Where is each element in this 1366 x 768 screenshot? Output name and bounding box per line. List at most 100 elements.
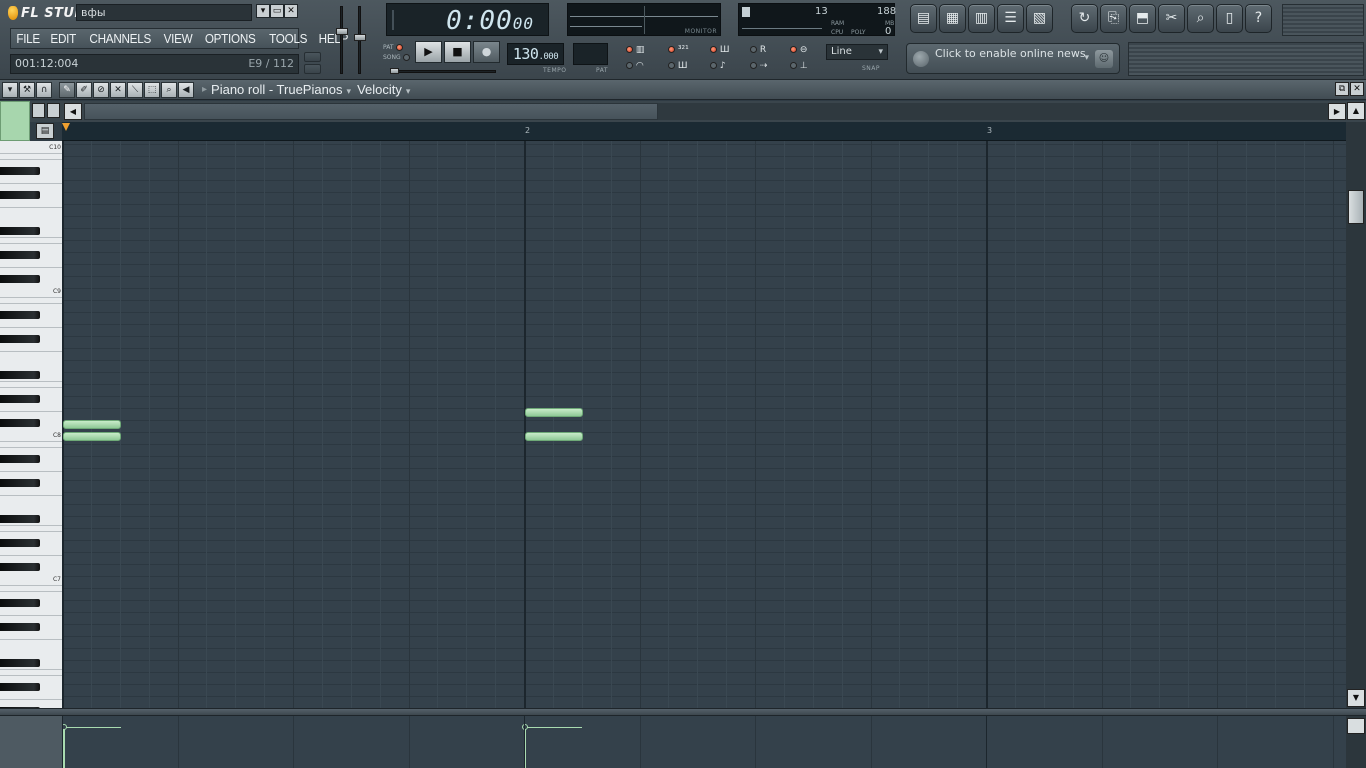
note[interactable] <box>63 432 121 441</box>
black-key[interactable] <box>0 455 40 463</box>
record-button[interactable]: ● <box>473 41 500 63</box>
stop-button[interactable]: ■ <box>444 41 471 63</box>
save-icon[interactable]: ⎘ <box>1100 4 1127 33</box>
black-key[interactable] <box>0 479 40 487</box>
step-sequencer-icon[interactable]: ▦ <box>939 4 966 33</box>
link-icon[interactable] <box>304 64 321 74</box>
horizontal-scrollbar-thumb[interactable] <box>84 103 658 120</box>
black-key[interactable] <box>0 311 40 319</box>
velocity-stem[interactable] <box>63 726 65 768</box>
piano-roll-menu-icon[interactable]: ▾ <box>2 81 18 98</box>
black-key[interactable] <box>0 167 40 175</box>
black-key[interactable] <box>0 335 40 343</box>
user-icon[interactable]: ☺ <box>1095 50 1113 68</box>
song-led[interactable] <box>402 54 410 61</box>
note[interactable] <box>63 420 121 429</box>
snap-dropdown[interactable]: Line <box>826 44 888 60</box>
black-key[interactable] <box>0 515 40 523</box>
note[interactable] <box>525 432 583 441</box>
mute-tool-icon[interactable]: ✕ <box>110 81 126 98</box>
playback-tool-icon[interactable]: ◀ <box>178 81 194 98</box>
menu-view[interactable]: VIEW <box>160 31 196 46</box>
chevron-down-icon[interactable]: ▾ <box>406 86 411 96</box>
countdown-icon[interactable]: ³²¹ <box>678 45 689 55</box>
black-key[interactable] <box>0 395 40 403</box>
timeline-ruler[interactable]: 2 3 <box>62 122 1346 141</box>
event-mode-selector[interactable]: Velocity <box>357 82 402 97</box>
note-grid[interactable] <box>62 141 1346 708</box>
scroll-right-button[interactable]: ▶ <box>1328 103 1346 120</box>
scroll-left-button[interactable]: ◀ <box>64 103 82 120</box>
position-slider[interactable] <box>390 68 399 74</box>
slice-tool-icon[interactable]: ⟍ <box>127 81 143 98</box>
stamp-icon[interactable]: ▤ <box>36 123 54 139</box>
multilink-led[interactable] <box>750 62 757 69</box>
midi-icon[interactable] <box>304 52 321 62</box>
online-news-panel[interactable]: Click to enable online news ▾ ☺ <box>906 43 1120 74</box>
document-icon[interactable]: ▯ <box>1216 4 1243 33</box>
black-key[interactable] <box>0 563 40 571</box>
step-edit-led[interactable] <box>710 46 717 53</box>
zoom-vertical-icon[interactable] <box>32 103 45 118</box>
restore-icon[interactable]: ▭ <box>270 4 284 18</box>
select-tool-icon[interactable]: ⬚ <box>144 81 160 98</box>
black-key[interactable] <box>0 623 40 631</box>
blend-icon[interactable]: ⊖ <box>800 45 808 55</box>
piano-keyboard[interactable]: C10 C9 C8 C7 <box>0 141 62 708</box>
output-monitor[interactable]: MONITOR <box>567 3 721 36</box>
menu-edit[interactable]: EDIT <box>47 31 80 46</box>
black-key[interactable] <box>0 539 40 547</box>
magnet-icon[interactable]: ∩ <box>36 81 52 98</box>
magnifier-icon[interactable]: ⌕ <box>1187 4 1214 33</box>
close-icon[interactable]: ✕ <box>1350 82 1364 96</box>
project-name-field[interactable]: вфы <box>76 4 252 21</box>
menu-channels[interactable]: CHANNELS <box>86 31 155 46</box>
cut-icon[interactable]: ✂ <box>1158 4 1185 33</box>
delete-tool-icon[interactable]: ⊘ <box>93 81 109 98</box>
export-icon[interactable]: ⬒ <box>1129 4 1156 33</box>
pattern-selector[interactable] <box>573 43 608 65</box>
auto-scroll-led[interactable] <box>710 62 717 69</box>
playlist-icon[interactable]: ▤ <box>910 4 937 33</box>
horizontal-scrollbar-track[interactable] <box>658 103 1328 120</box>
piano-roll-icon[interactable]: ▥ <box>968 4 995 33</box>
pat-song-switch[interactable]: PAT SONG <box>383 43 410 63</box>
black-key[interactable] <box>0 227 40 235</box>
typing-keyboard-icon[interactable]: ◠ <box>636 61 644 71</box>
black-key[interactable] <box>0 191 40 199</box>
minimize-icon[interactable]: ▾ <box>256 4 270 18</box>
browser-icon[interactable]: ☰ <box>997 4 1024 33</box>
playhead-marker[interactable] <box>62 123 70 131</box>
menu-tools[interactable]: TOOLS <box>265 31 310 46</box>
pat-led[interactable] <box>395 44 403 51</box>
note[interactable] <box>525 408 583 417</box>
multilink-icon[interactable]: ⇢ <box>760 61 768 71</box>
scroll-up-button[interactable]: ▲ <box>1347 102 1365 120</box>
scroll-down-button[interactable]: ▼ <box>1347 689 1365 707</box>
black-key[interactable] <box>0 683 40 691</box>
menu-file[interactable]: FILE <box>13 31 44 46</box>
vertical-scrollbar-thumb[interactable] <box>1348 190 1364 224</box>
zoom-tool-icon[interactable]: ⌕ <box>161 81 177 98</box>
wait-icon[interactable]: Ш <box>678 61 688 71</box>
blend-led[interactable] <box>790 46 797 53</box>
loop-record-led[interactable] <box>750 46 757 53</box>
master-volume-slider[interactable] <box>336 28 348 35</box>
menu-options[interactable]: OPTIONS <box>201 31 259 46</box>
chevron-down-icon[interactable]: ▾ <box>347 86 352 96</box>
undo-icon[interactable]: ↻ <box>1071 4 1098 33</box>
master-pitch-slider[interactable] <box>354 34 366 41</box>
black-key[interactable] <box>0 251 40 259</box>
tools-icon[interactable]: ⚒ <box>19 81 35 98</box>
draw-tool-icon[interactable]: ✎ <box>59 81 75 98</box>
lane-menu-icon[interactable] <box>1347 718 1365 734</box>
tempo-display[interactable]: 130.000 <box>507 43 564 65</box>
paint-tool-icon[interactable]: ✐ <box>76 81 92 98</box>
help-icon[interactable]: ? <box>1245 4 1272 33</box>
mixer-icon[interactable]: ▧ <box>1026 4 1053 33</box>
metronome-icon[interactable]: ▥ <box>636 45 645 55</box>
typing-keyboard-led[interactable] <box>626 62 633 69</box>
piano-roll-title-text[interactable]: Piano roll - TruePianos <box>211 82 343 97</box>
event-lane-splitter[interactable] <box>0 708 1366 716</box>
countdown-led[interactable] <box>668 46 675 53</box>
